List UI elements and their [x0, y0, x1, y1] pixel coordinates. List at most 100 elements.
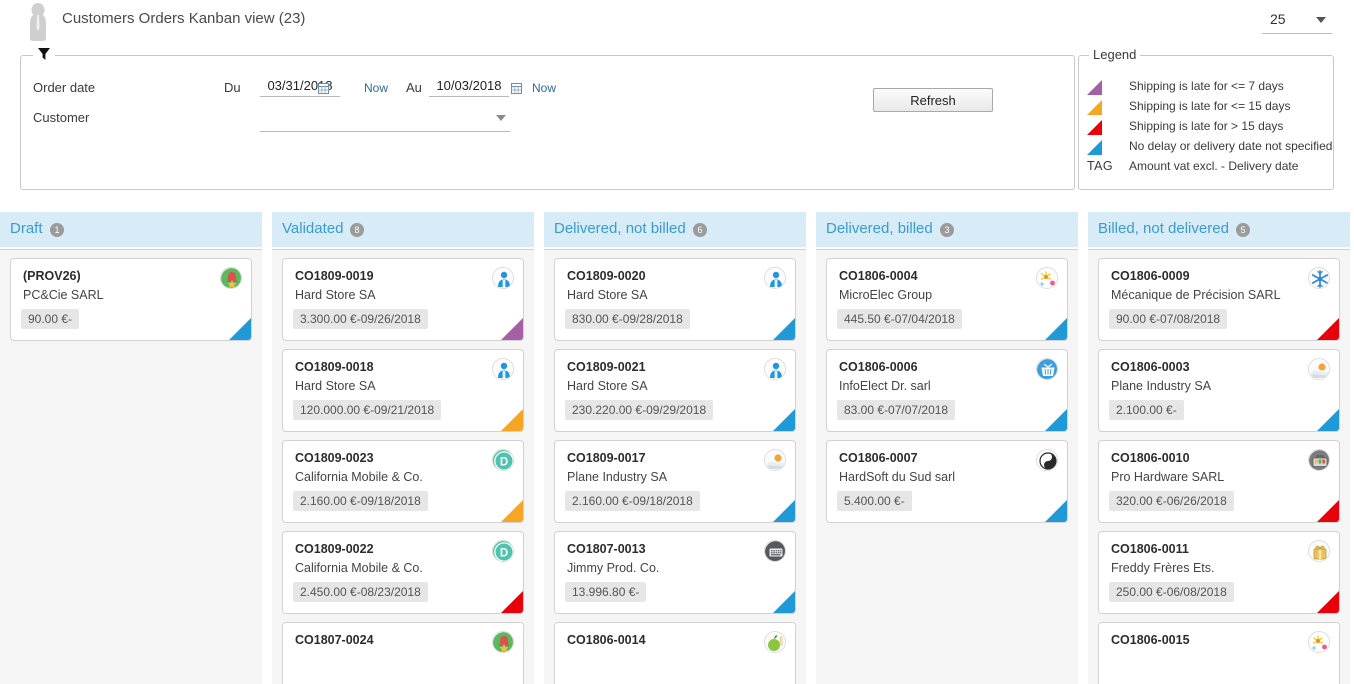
order-date-label: Order date — [33, 80, 95, 95]
order-id: CO1806-0007 — [839, 451, 918, 465]
user-icon — [24, 2, 52, 42]
order-id: CO1809-0021 — [567, 360, 646, 374]
order-amount-date-tag: 250.00 €-06/08/2018 — [1109, 582, 1234, 602]
from-now-link[interactable]: Now — [364, 81, 388, 95]
legend-row-text: Shipping is late for > 15 days — [1129, 119, 1283, 133]
order-id: CO1809-0017 — [567, 451, 646, 465]
sunset-icon[interactable] — [764, 449, 786, 471]
column-header[interactable]: Validated8 — [272, 212, 534, 247]
legend-row: No delay or delivery date not specified — [1087, 138, 1331, 156]
column-header[interactable]: Delivered, not billed6 — [544, 212, 806, 247]
order-card[interactable]: CO1806-0010Pro Hardware SARL320.00 €-06/… — [1098, 440, 1340, 523]
order-card[interactable]: CO1807-0013Jimmy Prod. Co.13.996.80 €- — [554, 531, 796, 614]
delay-status-corner — [773, 409, 795, 431]
legend-triangle-icon — [1087, 140, 1102, 155]
order-amount-date-tag: 83.00 €-07/07/2018 — [837, 400, 955, 420]
blue-person-icon[interactable] — [492, 267, 514, 289]
order-card[interactable]: CO1809-0021Hard Store SA230.220.00 €-09/… — [554, 349, 796, 432]
gold-package-icon[interactable] — [1308, 540, 1330, 562]
bell-green-icon[interactable] — [492, 631, 514, 653]
keyboard-icon[interactable] — [764, 540, 786, 562]
legend-row-text: Shipping is late for <= 15 days — [1129, 99, 1290, 113]
order-card[interactable]: CO1809-0017Plane Industry SA2.160.00 €-0… — [554, 440, 796, 523]
bell-green-icon[interactable] — [220, 267, 242, 289]
delay-status-corner — [773, 318, 795, 340]
calendar-icon[interactable] — [318, 82, 329, 93]
order-amount-date-tag: 90.00 €- — [21, 309, 79, 329]
column-header[interactable]: Draft1 — [0, 212, 262, 247]
yin-yang-icon[interactable] — [1036, 449, 1058, 471]
customer-name: California Mobile & Co. — [295, 561, 423, 575]
blue-person-icon[interactable] — [764, 267, 786, 289]
blue-person-icon[interactable] — [764, 358, 786, 380]
order-amount-date-tag: 90.00 €-07/08/2018 — [1109, 309, 1227, 329]
legend-row-text: Shipping is late for <= 7 days — [1129, 79, 1284, 93]
order-card[interactable]: CO1809-0022California Mobile & Co.2.450.… — [282, 531, 524, 614]
fireworks-icon[interactable] — [1036, 267, 1058, 289]
customer-name: Freddy Frères Ets. — [1111, 561, 1215, 575]
order-card[interactable]: CO1806-0015 — [1098, 622, 1340, 684]
order-card[interactable]: CO1806-0009Mécanique de Précision SARL90… — [1098, 258, 1340, 341]
delay-status-corner — [501, 500, 523, 522]
delay-status-corner — [501, 318, 523, 340]
to-now-link[interactable]: Now — [532, 81, 556, 95]
customer-select[interactable] — [260, 110, 510, 132]
column-card-list: CO1809-0020Hard Store SA830.00 €-09/28/2… — [544, 249, 806, 684]
toolbox-icon[interactable] — [1308, 449, 1330, 471]
order-id: (PROV26) — [23, 269, 81, 283]
order-card[interactable]: CO1806-0011Freddy Frères Ets.250.00 €-06… — [1098, 531, 1340, 614]
customer-name: MicroElec Group — [839, 288, 932, 302]
delay-status-corner — [1045, 318, 1067, 340]
calendar-icon[interactable] — [511, 82, 522, 93]
order-amount-date-tag: 5.400.00 €- — [837, 491, 912, 511]
order-card[interactable]: CO1809-0020Hard Store SA830.00 €-09/28/2… — [554, 258, 796, 341]
order-amount-date-tag: 230.220.00 €-09/29/2018 — [565, 400, 713, 420]
order-card[interactable]: CO1809-0019Hard Store SA3.300.00 €-09/26… — [282, 258, 524, 341]
column-title: Draft — [10, 220, 43, 237]
svg-text:D: D — [500, 457, 508, 469]
letter-d-icon[interactable]: D — [492, 540, 514, 562]
sunset-icon[interactable] — [1308, 358, 1330, 380]
order-card[interactable]: CO1806-0007HardSoft du Sud sarl5.400.00 … — [826, 440, 1068, 523]
blue-person-icon[interactable] — [492, 358, 514, 380]
customer-name: PC&Cie SARL — [23, 288, 104, 302]
customer-name: Plane Industry SA — [1111, 379, 1211, 393]
order-id: CO1806-0014 — [567, 633, 646, 647]
order-amount-date-tag: 2.160.00 €-09/18/2018 — [565, 491, 700, 511]
order-id: CO1806-0003 — [1111, 360, 1190, 374]
order-amount-date-tag: 3.300.00 €-09/26/2018 — [293, 309, 428, 329]
order-date-to-input[interactable]: 10/03/2018 — [429, 78, 509, 97]
order-card[interactable]: CO1806-0006InfoElect Dr. sarl83.00 €-07/… — [826, 349, 1068, 432]
column-card-list: CO1809-0019Hard Store SA3.300.00 €-09/26… — [272, 249, 534, 684]
funnel-icon — [33, 47, 55, 61]
green-apple-icon[interactable] — [764, 631, 786, 653]
column-count-badge: 6 — [693, 223, 707, 237]
order-id: CO1806-0010 — [1111, 451, 1190, 465]
refresh-button[interactable]: Refresh — [873, 88, 993, 112]
customer-name: Jimmy Prod. Co. — [567, 561, 659, 575]
blue-basket-icon[interactable] — [1036, 358, 1058, 380]
delay-status-corner — [1045, 500, 1067, 522]
order-card[interactable]: CO1806-0004MicroElec Group445.50 €-07/04… — [826, 258, 1068, 341]
page-size-select[interactable]: 25 — [1262, 8, 1332, 34]
order-card[interactable]: CO1809-0018Hard Store SA120.000.00 €-09/… — [282, 349, 524, 432]
kanban-column: Draft1 (PROV26) PC&Cie SARL 90.00 €- — [0, 212, 262, 684]
fireworks-icon[interactable] — [1308, 631, 1330, 653]
order-id: CO1809-0022 — [295, 542, 374, 556]
customer-name: Mécanique de Précision SARL — [1111, 288, 1281, 302]
order-id: CO1806-0004 — [839, 269, 918, 283]
order-card[interactable]: CO1806-0014 — [554, 622, 796, 684]
legend-row: Shipping is late for > 15 days — [1087, 118, 1331, 136]
legend-triangle-icon — [1087, 120, 1102, 135]
column-count-badge: 5 — [1236, 223, 1250, 237]
column-header[interactable]: Delivered, billed3 — [816, 212, 1078, 247]
order-card[interactable]: CO1806-0003Plane Industry SA2.100.00 €- — [1098, 349, 1340, 432]
letter-d-icon[interactable]: D — [492, 449, 514, 471]
order-card[interactable]: (PROV26) PC&Cie SARL 90.00 €- — [10, 258, 252, 341]
snowflake-icon[interactable] — [1308, 267, 1330, 289]
delay-status-corner — [1317, 591, 1339, 613]
order-card[interactable]: CO1807-0024 — [282, 622, 524, 684]
kanban-page: Customers Orders Kanban view (23) 25 Ord… — [0, 0, 1354, 684]
column-header[interactable]: Billed, not delivered5 — [1088, 212, 1350, 247]
order-card[interactable]: CO1809-0023California Mobile & Co.2.160.… — [282, 440, 524, 523]
